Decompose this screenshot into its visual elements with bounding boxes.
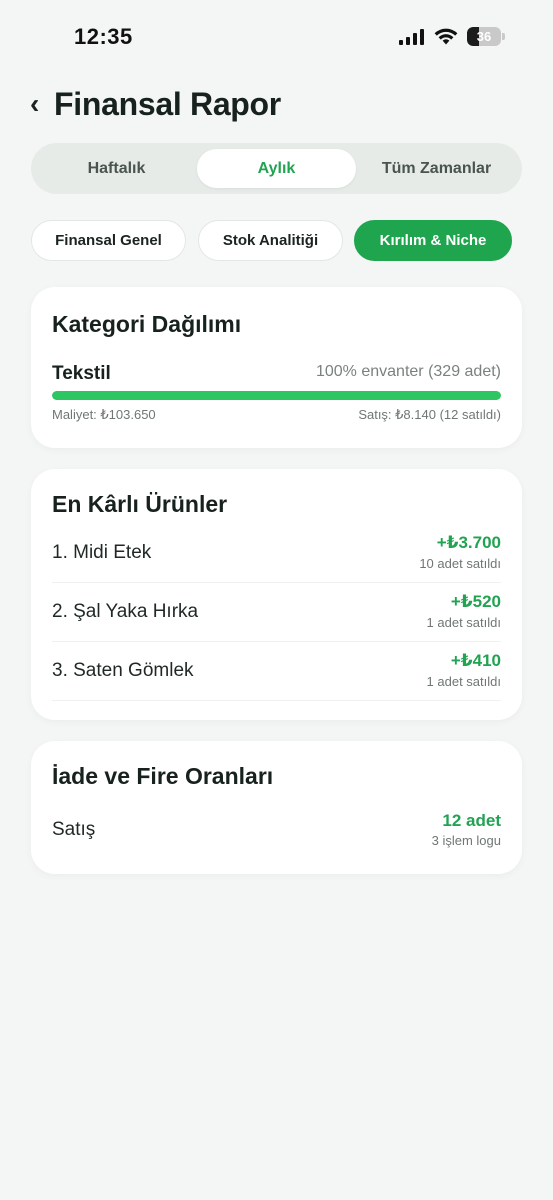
page-title: Finansal Rapor <box>54 85 281 122</box>
card-title: Kategori Dağılımı <box>52 311 242 337</box>
product-row[interactable]: 3. Saten Gömlek +₺410 1 adet satıldı <box>52 642 501 701</box>
category-distribution-card: Kategori Dağılımı Tekstil 100% envanter … <box>31 287 522 448</box>
product-sold-count: 10 adet satıldı <box>419 556 501 571</box>
product-name: 3. Saten Gömlek <box>52 660 194 681</box>
back-chevron-icon[interactable]: ‹ <box>30 90 52 118</box>
product-profit: +₺520 <box>450 592 501 611</box>
returns-label: Satış <box>52 819 96 840</box>
top-products-card: En Kârlı Ürünler 1. Midi Etek +₺3.700 10… <box>31 469 522 720</box>
view-chips: Finansal Genel Stok Analitiği Kırılım & … <box>0 220 553 262</box>
chip-breakdown-niche[interactable]: Kırılım & Niche <box>354 220 512 261</box>
battery-percent: 36 <box>476 29 492 44</box>
category-share-bar <box>52 391 501 400</box>
card-title: İade ve Fire Oranları <box>52 763 274 789</box>
chip-stock-analytics[interactable]: Stok Analitiği <box>198 220 343 261</box>
status-time: 12:35 <box>74 24 133 49</box>
category-stock: 100% envanter (329 adet) <box>315 363 501 380</box>
product-row[interactable]: 2. Şal Yaka Hırka +₺520 1 adet satıldı <box>52 583 501 642</box>
product-profit: +₺3.700 <box>436 533 501 552</box>
page-header: ‹ Finansal Rapor <box>30 84 281 124</box>
tab-monthly[interactable]: Aylık <box>197 149 356 188</box>
returns-value: 12 adet <box>442 811 501 830</box>
category-sales: Satış: ₺8.140 (12 satıldı) <box>358 407 501 422</box>
battery-icon: 36 <box>467 27 505 46</box>
product-row[interactable]: 1. Midi Etek +₺3.700 10 adet satıldı <box>52 524 501 583</box>
status-icons: 36 <box>399 27 505 46</box>
category-name: Tekstil <box>52 363 111 384</box>
product-profit: +₺410 <box>450 651 501 670</box>
period-segmented-control: Haftalık Aylık Tüm Zamanlar <box>31 143 522 194</box>
tab-all-time[interactable]: Tüm Zamanlar <box>357 149 516 188</box>
category-cost: Maliyet: ₺103.650 <box>52 407 156 422</box>
card-title: En Kârlı Ürünler <box>52 491 228 517</box>
tab-weekly[interactable]: Haftalık <box>37 149 196 188</box>
cellular-signal-icon <box>399 28 424 45</box>
wifi-icon <box>434 28 458 45</box>
product-sold-count: 1 adet satıldı <box>426 615 501 630</box>
status-bar: 12:35 36 <box>0 0 553 76</box>
category-share-fill <box>52 391 501 400</box>
chip-financial-overview[interactable]: Finansal Genel <box>31 220 186 261</box>
product-name: 2. Şal Yaka Hırka <box>52 601 199 622</box>
product-sold-count: 1 adet satıldı <box>426 674 501 689</box>
returns-waste-card: İade ve Fire Oranları Satış 12 adet 3 iş… <box>31 741 522 874</box>
returns-log-count: 3 işlem logu <box>431 833 501 848</box>
product-name: 1. Midi Etek <box>52 542 152 563</box>
